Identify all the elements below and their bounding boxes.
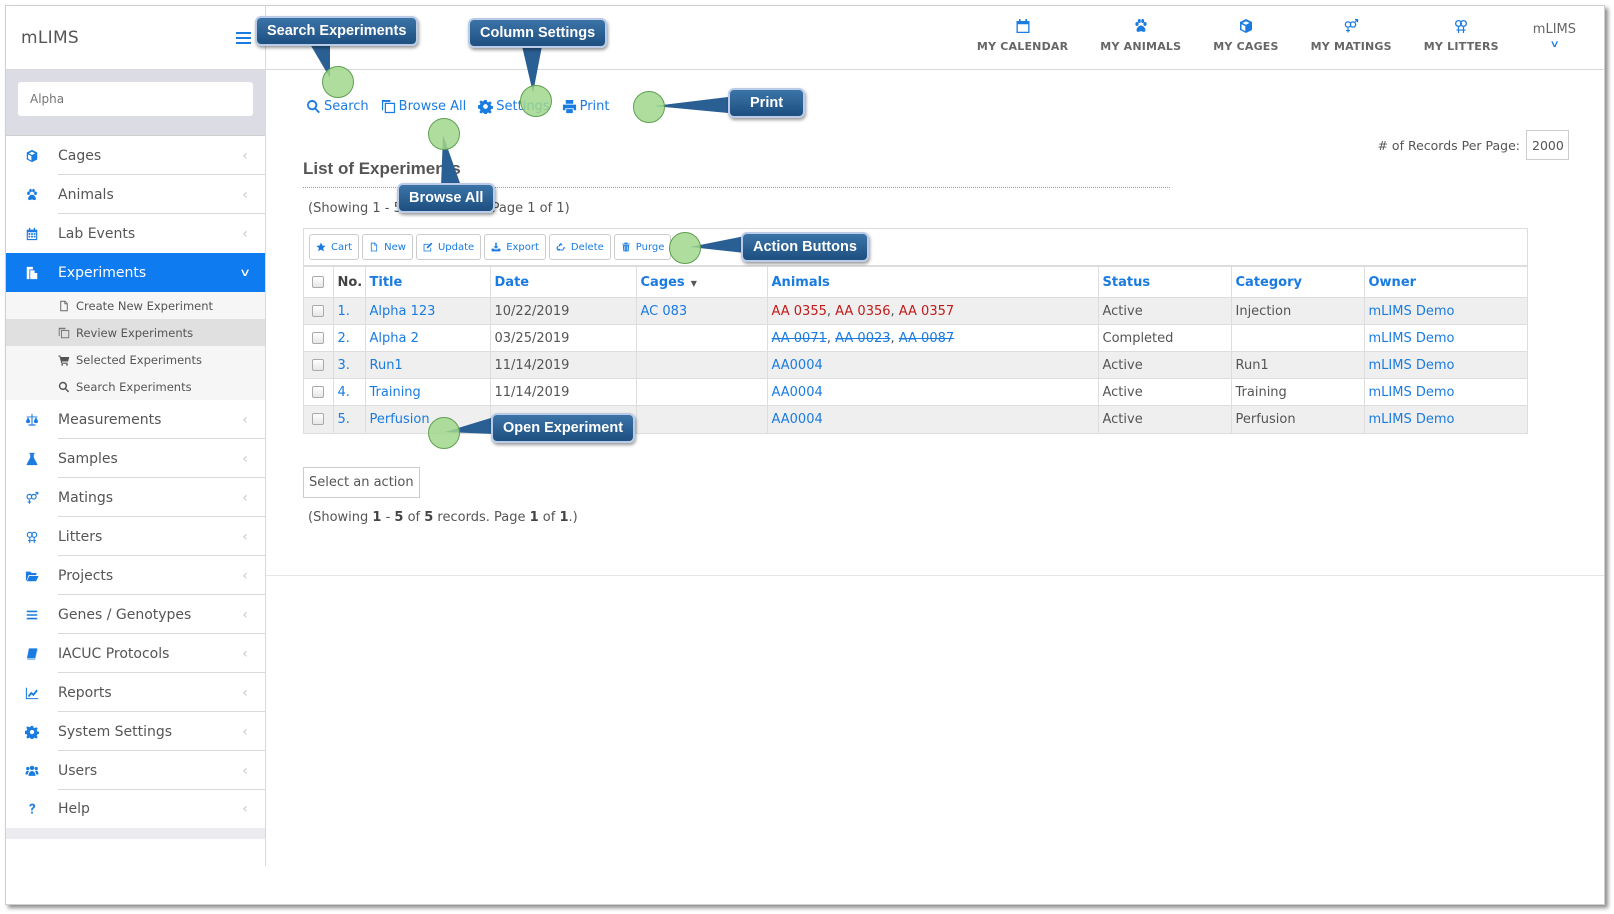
callout-column-settings: Column Settings <box>468 18 608 48</box>
callout-search-experiments: Search Experiments <box>255 16 419 46</box>
callout-marker <box>428 417 460 449</box>
callout-print: Print <box>728 88 806 118</box>
callout-action-buttons: Action Buttons <box>741 232 869 262</box>
callout-pointers <box>310 44 745 434</box>
callout-marker <box>322 66 354 98</box>
callout-marker <box>428 118 460 150</box>
callout-browse-all: Browse All <box>397 183 496 213</box>
pointer-print <box>654 97 728 113</box>
callout-open-experiment: Open Experiment <box>491 413 636 443</box>
callout-marker <box>669 232 701 264</box>
callout-marker <box>520 85 552 117</box>
callout-marker <box>633 91 665 123</box>
